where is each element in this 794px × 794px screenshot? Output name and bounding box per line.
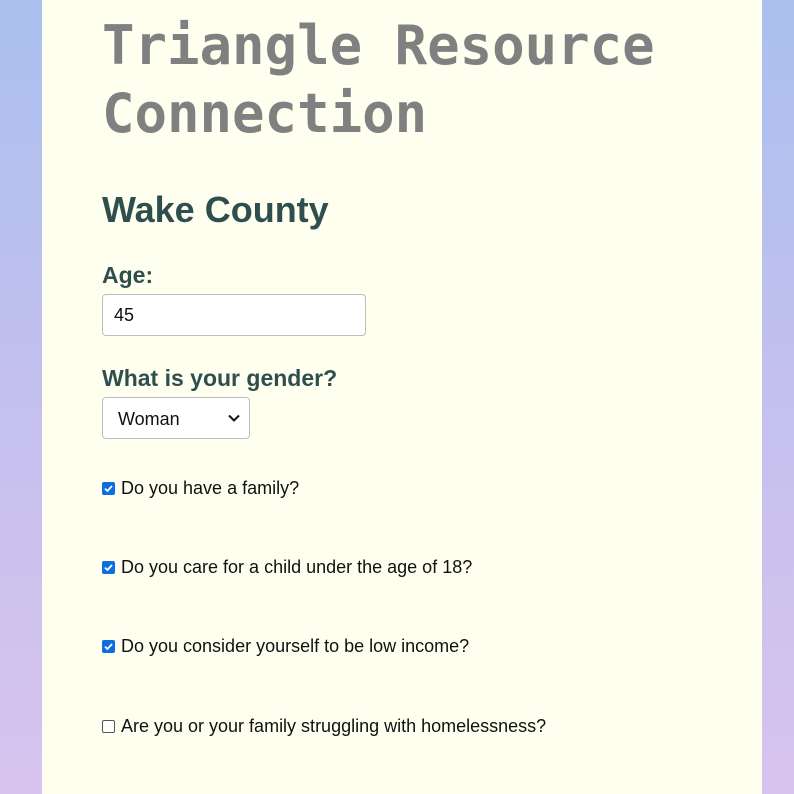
content-panel: Triangle Resource Connection Wake County… [42, 0, 762, 794]
gender-select-value: Woman [118, 409, 180, 429]
family-checkbox[interactable] [102, 481, 115, 495]
homelessness-checkbox[interactable] [102, 719, 115, 733]
child-question-label: Do you care for a child under the age of… [121, 557, 473, 577]
question-homelessness[interactable]: Are you or your family struggling with h… [102, 715, 546, 737]
age-input[interactable] [102, 294, 366, 336]
age-label: Age: [102, 262, 154, 288]
site-title: Triangle Resource Connection [102, 14, 655, 145]
question-family[interactable]: Do you have a family? [102, 477, 299, 499]
low-income-question-label: Do you consider yourself to be low incom… [121, 636, 470, 656]
gender-select[interactable]: Woman [102, 397, 250, 439]
question-child[interactable]: Do you care for a child under the age of… [102, 556, 472, 578]
county-heading: Wake County [102, 189, 329, 230]
question-low-income[interactable]: Do you consider yourself to be low incom… [102, 635, 469, 657]
chevron-down-icon [228, 414, 240, 422]
homelessness-question-label: Are you or your family struggling with h… [121, 716, 547, 736]
family-question-label: Do you have a family? [121, 478, 300, 498]
low-income-checkbox[interactable] [102, 639, 115, 653]
gender-label: What is your gender? [102, 365, 338, 391]
child-checkbox[interactable] [102, 560, 115, 574]
